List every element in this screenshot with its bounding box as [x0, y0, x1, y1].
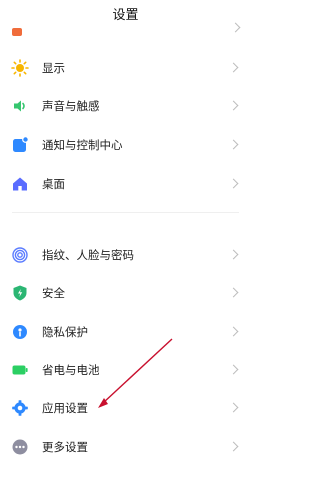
sun-icon	[11, 59, 29, 77]
chevron-right-icon	[228, 326, 239, 337]
settings-item-label: 通知与控制中心	[42, 138, 123, 152]
settings-item-label: 声音与触感	[42, 99, 100, 113]
shield-icon	[11, 284, 29, 302]
chevron-right-icon	[228, 249, 239, 260]
settings-item-privacy[interactable]: 隐私保护	[0, 317, 251, 347]
more-icon	[11, 438, 29, 456]
page-title: 设置	[112, 8, 139, 23]
settings-item-more[interactable]: 更多设置	[0, 432, 251, 462]
section-divider	[12, 212, 239, 213]
settings-item-home-screen[interactable]: 桌面	[0, 169, 251, 199]
chevron-right-icon	[228, 100, 239, 111]
partial-list-item[interactable]	[0, 22, 251, 38]
settings-item-label: 指纹、人脸与密码	[42, 248, 134, 262]
chevron-right-icon	[228, 287, 239, 298]
chevron-right-icon	[228, 139, 239, 150]
settings-item-notifications[interactable]: 通知与控制中心	[0, 130, 251, 160]
settings-item-label: 桌面	[42, 177, 65, 191]
chevron-right-icon	[228, 402, 239, 413]
settings-item-label: 更多设置	[42, 440, 88, 454]
speaker-icon	[11, 97, 29, 115]
partial-item-icon	[12, 28, 22, 36]
settings-item-label: 省电与电池	[42, 363, 100, 377]
settings-item-label: 隐私保护	[42, 325, 88, 339]
chevron-right-icon	[228, 441, 239, 452]
settings-item-label: 显示	[42, 61, 65, 75]
settings-item-app-settings[interactable]: 应用设置	[0, 393, 251, 423]
settings-item-label: 应用设置	[42, 401, 88, 415]
battery-icon	[11, 361, 29, 379]
fingerprint-icon	[11, 246, 29, 264]
settings-item-battery[interactable]: 省电与电池	[0, 355, 251, 385]
home-icon	[11, 175, 29, 193]
privacy-icon	[11, 323, 29, 341]
chevron-right-icon	[228, 62, 239, 73]
settings-item-sound[interactable]: 声音与触感	[0, 91, 251, 121]
settings-item-security[interactable]: 安全	[0, 278, 251, 308]
gear-icon	[11, 399, 29, 417]
settings-item-label: 安全	[42, 286, 65, 300]
chevron-right-icon	[228, 178, 239, 189]
settings-item-fingerprint[interactable]: 指纹、人脸与密码	[0, 240, 251, 270]
notification-icon	[11, 136, 29, 154]
chevron-right-icon	[230, 22, 241, 33]
settings-item-display[interactable]: 显示	[0, 53, 251, 83]
chevron-right-icon	[228, 364, 239, 375]
